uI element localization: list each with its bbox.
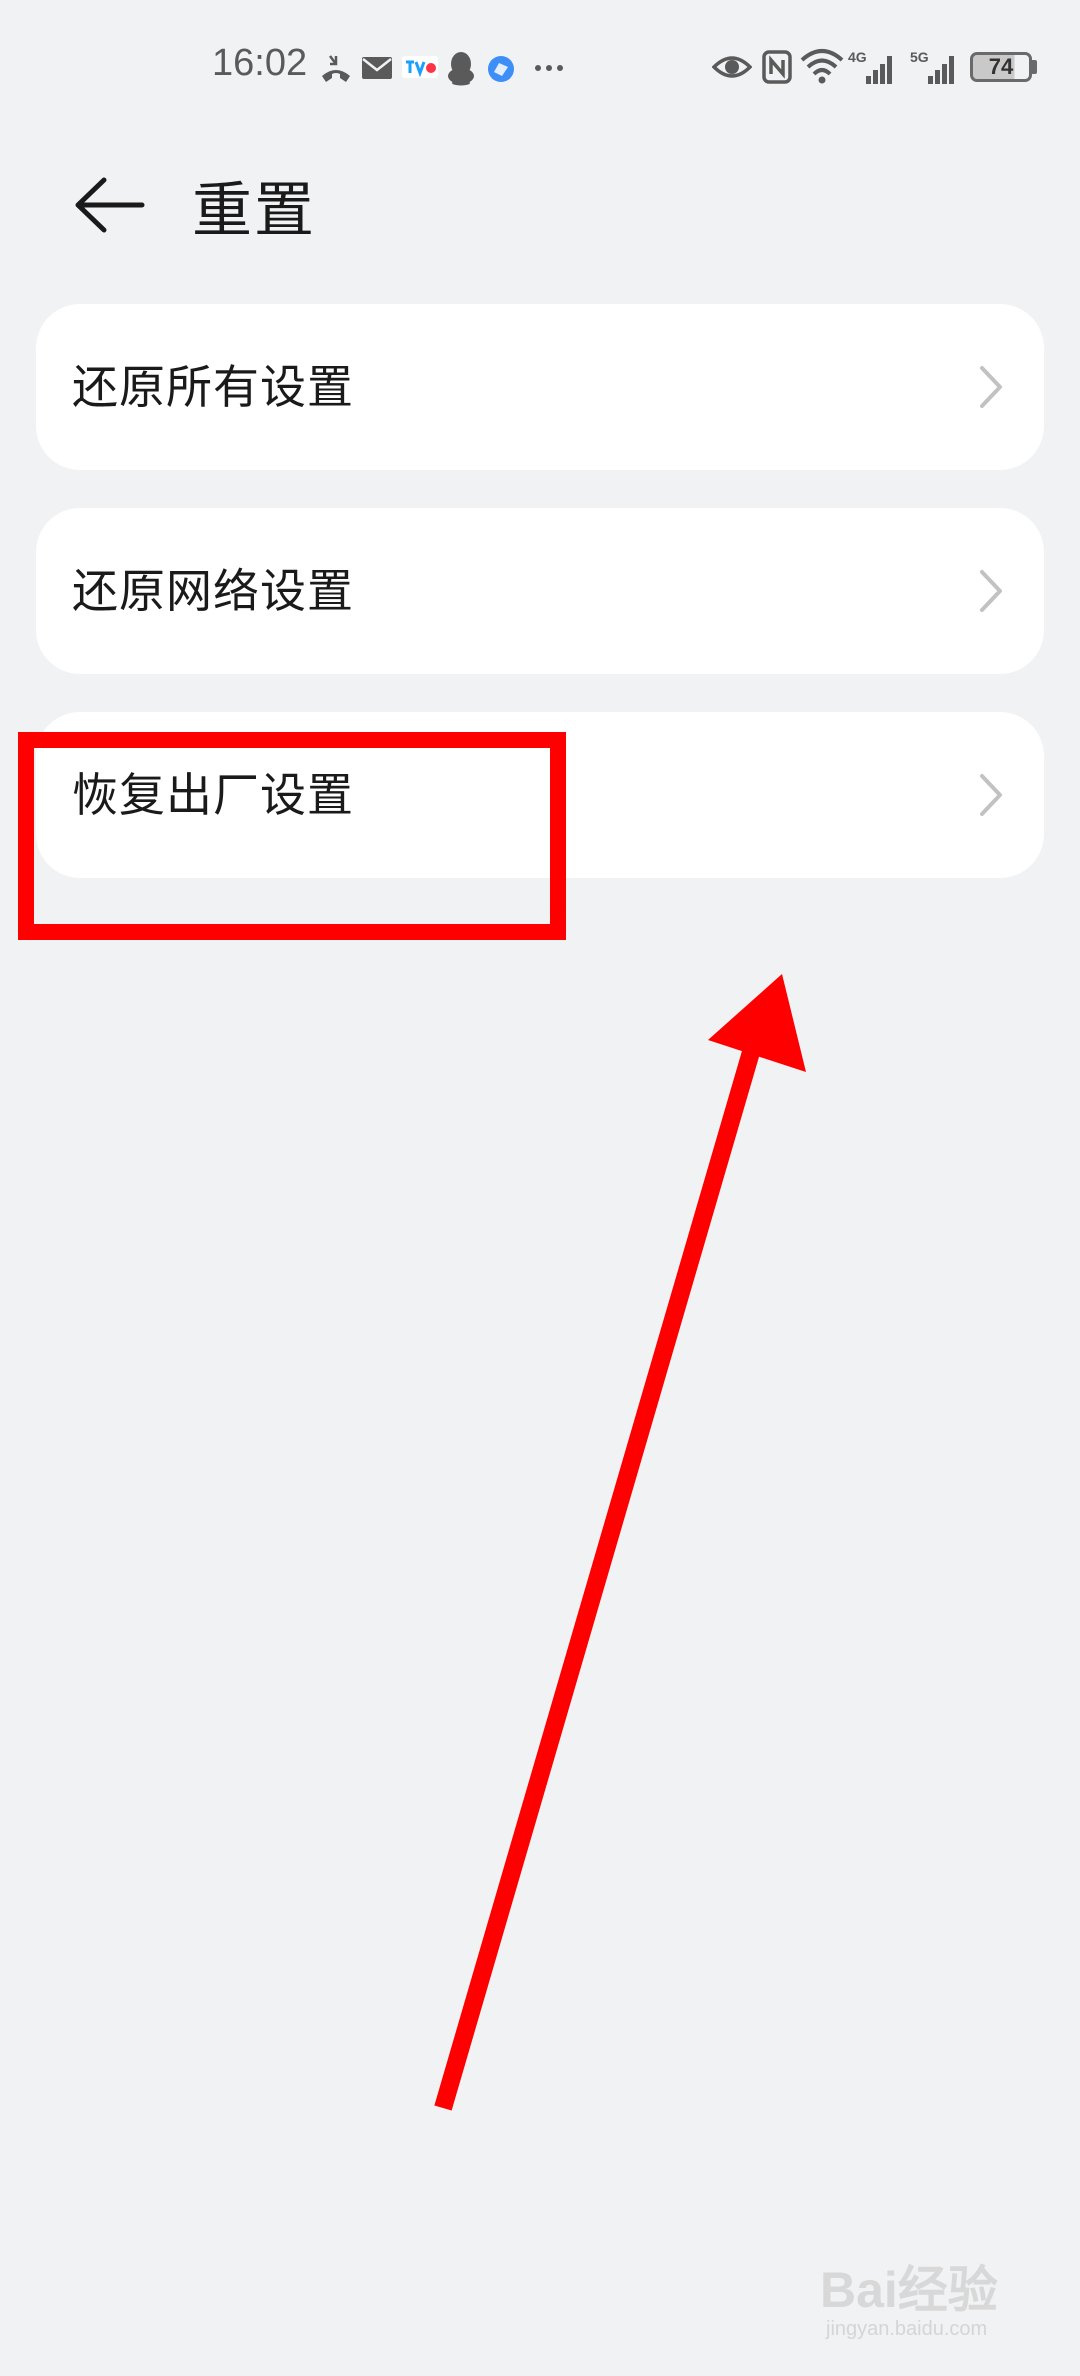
watermark: Bai经验 jingyan.baidu.com [820,2250,1050,2350]
qq-icon [448,52,474,86]
nfc-icon [762,50,792,84]
tv-app-icon [402,56,438,78]
annotation-arrow-shaft [434,1032,765,2111]
network-label-4g: 4G [848,49,867,65]
battery-level: 74 [988,54,1014,79]
back-arrow-icon[interactable] [60,150,160,250]
menu-item-label: 还原所有设置 [72,360,354,414]
more-icon [535,65,563,71]
watermark-brand: Bai经验 [820,2262,998,2318]
signal-4g-icon: 4G [848,49,892,84]
missed-call-icon [322,55,350,82]
app-header: 重置 [0,140,1080,260]
chevron-right-icon [980,774,1002,816]
annotation-arrow-head [708,974,806,1072]
network-label-5g: 5G [910,49,929,65]
menu-item-factory-reset[interactable]: 恢复出厂设置 [36,712,1044,878]
chevron-right-icon [980,570,1002,612]
status-bar: 16:02 4G 5G 74 [0,0,1080,130]
menu-item-reset-network-settings[interactable]: 还原网络设置 [36,508,1044,674]
browser-icon [488,56,514,82]
page-title: 重置 [192,176,316,246]
battery-tip [1032,60,1037,74]
eye-comfort-icon [712,56,752,78]
signal-5g-icon: 5G [910,49,954,84]
menu-item-label: 还原网络设置 [72,564,354,618]
menu-item-label: 恢复出厂设置 [72,768,354,822]
wifi-icon [800,49,844,84]
chevron-right-icon [980,366,1002,408]
status-time: 16:02 [212,42,308,84]
battery-icon: 74 [970,52,1032,82]
watermark-url: jingyan.baidu.com [826,2318,988,2340]
menu-item-reset-all-settings[interactable]: 还原所有设置 [36,304,1044,470]
mail-icon [362,57,392,79]
